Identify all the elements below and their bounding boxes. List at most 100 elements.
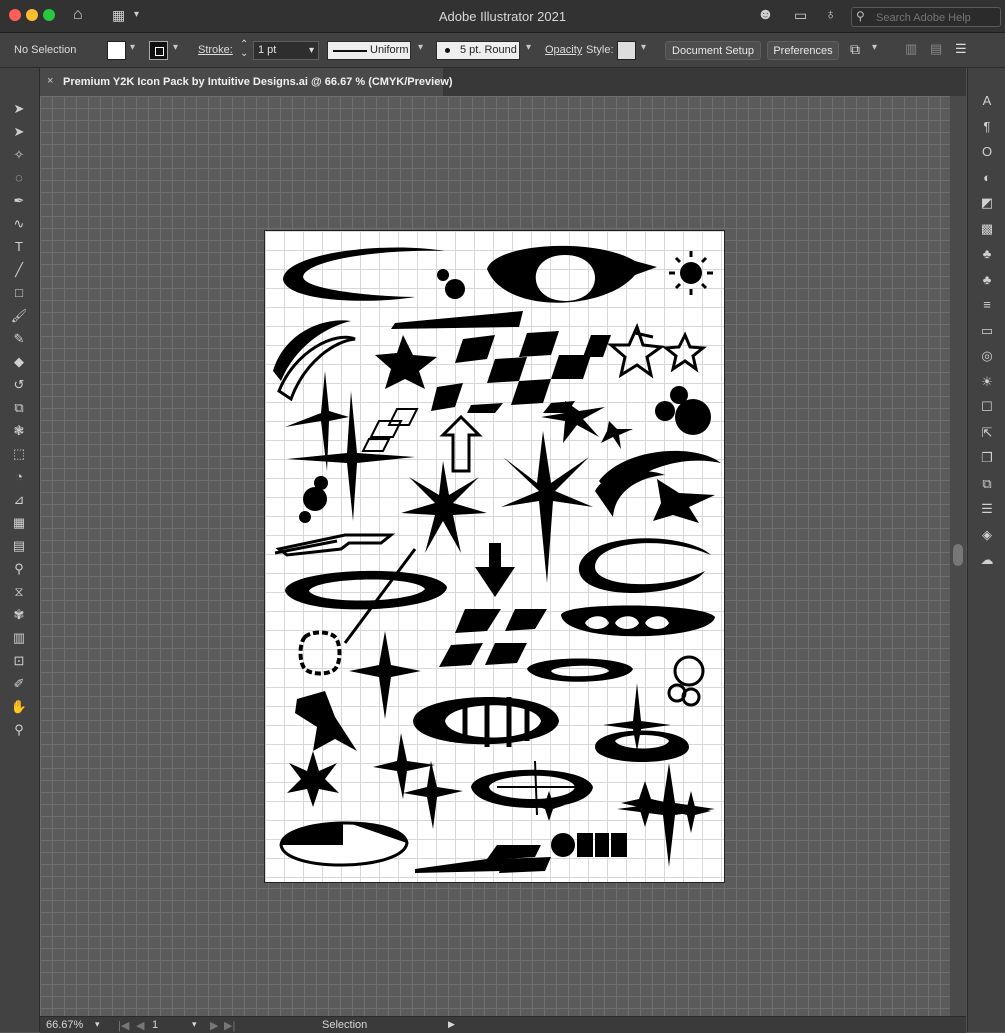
distribute-icon[interactable]: ▤ <box>930 41 942 57</box>
status-menu-icon[interactable]: ▶ <box>448 1019 455 1030</box>
chevron-down-icon[interactable]: ▾ <box>418 42 423 53</box>
brushes-panel-icon[interactable]: ♣ <box>975 244 999 264</box>
arrow-down-icon <box>475 543 515 597</box>
perspective-grid-tool-icon[interactable]: ⊿ <box>7 490 31 510</box>
scale-tool-icon[interactable]: ⧉ <box>7 398 31 418</box>
character-panel-icon[interactable]: A <box>975 91 999 111</box>
gear-burst-outline-icon <box>298 630 342 676</box>
arrange-documents-icon[interactable]: ▭ <box>794 6 807 24</box>
artboards-panel-icon[interactable]: ❐ <box>975 448 999 468</box>
curvature-tool-icon[interactable]: ∿ <box>7 214 31 234</box>
pen-tool-icon[interactable]: ✒ <box>7 191 31 211</box>
variable-width-profile[interactable]: Uniform <box>327 41 411 60</box>
pill-bar-block-icon <box>595 833 609 857</box>
stroke-swatch[interactable] <box>149 41 168 60</box>
artboard-number[interactable]: 1 <box>152 1019 158 1031</box>
next-artboard-icon[interactable]: ▶ <box>210 1019 218 1032</box>
libraries-panel-icon[interactable]: ☁ <box>975 550 999 570</box>
line-segment-tool-icon[interactable]: ╱ <box>7 260 31 280</box>
transparency-panel-icon[interactable]: ◎ <box>975 346 999 366</box>
previous-artboard-icon[interactable]: ◀ <box>136 1019 144 1032</box>
graphic-style-swatch[interactable] <box>617 41 636 60</box>
artboard[interactable] <box>264 230 725 883</box>
magic-wand-tool-icon[interactable]: ✧ <box>7 145 31 165</box>
dot-icon <box>445 279 465 299</box>
opentype-panel-icon[interactable]: O <box>975 142 999 162</box>
chevron-down-icon[interactable]: ▾ <box>173 42 178 53</box>
symbol-sprayer-tool-icon[interactable]: ✾ <box>7 605 31 625</box>
zoom-level[interactable]: 66.67% <box>46 1019 83 1031</box>
paintbrush-tool-icon[interactable]: 🖌 <box>7 306 31 326</box>
chevron-down-icon[interactable]: ▾ <box>130 42 135 53</box>
shaper-tool-icon[interactable]: ✎ <box>7 329 31 349</box>
lightbulb-icon[interactable]: ♁ <box>825 6 836 24</box>
chevron-down-icon[interactable]: ▾ <box>526 42 531 53</box>
stroke-panel-icon[interactable]: ≡ <box>975 295 999 315</box>
symbols-panel-icon[interactable]: ♣ <box>975 270 999 290</box>
type-tool-icon[interactable]: T <box>7 237 31 257</box>
mesh-tool-icon[interactable]: ▦ <box>7 513 31 533</box>
brush-definition[interactable]: 5 pt. Round <box>436 41 520 60</box>
export-panel-icon[interactable]: ⇱ <box>975 423 999 443</box>
color-panel-icon[interactable]: ◐ <box>975 168 999 188</box>
gradient-tool-icon[interactable]: ▤ <box>7 536 31 556</box>
appearance-panel-icon[interactable]: ☀ <box>975 372 999 392</box>
hand-tool-icon[interactable]: ✋ <box>7 697 31 717</box>
search-box[interactable]: ⚲ <box>851 7 1001 27</box>
eraser-tool-icon[interactable]: ◆ <box>7 352 31 372</box>
direct-selection-tool-icon[interactable]: ➤ <box>7 122 31 142</box>
bubble-dot-icon <box>670 386 688 404</box>
last-artboard-icon[interactable]: ▶| <box>224 1019 235 1032</box>
chevron-down-icon[interactable]: ▾ <box>872 42 877 53</box>
rectangle-tool-icon[interactable]: □ <box>7 283 31 303</box>
stroke-label[interactable]: Stroke: <box>198 44 233 56</box>
fill-swatch[interactable] <box>107 41 126 60</box>
chevron-down-icon[interactable]: ▾ <box>641 42 646 53</box>
chevron-down-icon[interactable]: ▾ <box>192 1019 197 1030</box>
color-guide-panel-icon[interactable]: ◩ <box>975 193 999 213</box>
swatches-panel-icon[interactable]: ▩ <box>975 219 999 239</box>
stroke-weight-stepper[interactable]: ⌃ ⌄ <box>240 40 248 59</box>
stroke-weight-field[interactable]: 1 pt ▾ <box>253 41 319 60</box>
y2k-icon-artwork[interactable] <box>265 231 724 882</box>
layers-panel-icon[interactable]: ◈ <box>975 525 999 545</box>
shape-builder-tool-icon[interactable]: ◔ <box>7 467 31 487</box>
search-input[interactable] <box>874 9 1000 26</box>
free-transform-tool-icon[interactable]: ⬚ <box>7 444 31 464</box>
panel-menu-icon[interactable]: ☰ <box>955 41 967 57</box>
chunky-star-icon <box>295 691 357 751</box>
paragraph-panel-icon[interactable]: ¶ <box>975 117 999 137</box>
artboard-tool-icon[interactable]: ⊡ <box>7 651 31 671</box>
lasso-tool-icon[interactable]: ◌ <box>7 168 31 188</box>
eyedropper-tool-icon[interactable]: ⚲ <box>7 559 31 579</box>
pathfinder-panel-icon[interactable]: ⧉ <box>975 474 999 494</box>
slice-tool-icon[interactable]: ✐ <box>7 674 31 694</box>
selection-status: No Selection <box>14 44 77 56</box>
blend-tool-icon[interactable]: ⧖ <box>7 582 31 602</box>
crosshair-icon <box>497 760 575 816</box>
first-artboard-icon[interactable]: |◀ <box>118 1019 129 1032</box>
selection-tool-icon[interactable]: ➤ <box>7 99 31 119</box>
document-setup-button[interactable]: Document Setup <box>665 41 761 60</box>
graphic-styles-panel-icon[interactable]: ☐ <box>975 397 999 417</box>
vertical-scroll-thumb[interactable] <box>953 544 963 566</box>
column-graph-tool-icon[interactable]: ▥ <box>7 628 31 648</box>
properties-panel-icon[interactable]: ☰ <box>975 499 999 519</box>
vertical-scrollbar[interactable] <box>950 96 966 1016</box>
speed-stripe-icon <box>499 857 551 873</box>
rotate-tool-icon[interactable]: ↺ <box>7 375 31 395</box>
four-point-sparkle-icon <box>349 631 421 719</box>
opacity-label[interactable]: Opacity <box>545 44 582 56</box>
close-tab-icon[interactable]: × <box>47 75 53 87</box>
search-icon: ⚲ <box>856 9 865 23</box>
document-tab[interactable]: × Premium Y2K Icon Pack by Intuitive Des… <box>40 68 453 96</box>
zoom-tool-icon[interactable]: ⚲ <box>7 720 31 740</box>
preferences-button[interactable]: Preferences <box>767 41 839 60</box>
chevron-down-icon[interactable]: ▾ <box>95 1019 100 1030</box>
warp-tool-icon[interactable]: ❃ <box>7 421 31 441</box>
align-icon[interactable]: ▥ <box>905 41 917 57</box>
arrange-icon[interactable]: ⧉ <box>850 41 860 58</box>
pill-dots-icon <box>561 605 715 637</box>
share-user-icon[interactable]: ☻ <box>757 6 774 24</box>
gradient-panel-icon[interactable]: ▭ <box>975 321 999 341</box>
